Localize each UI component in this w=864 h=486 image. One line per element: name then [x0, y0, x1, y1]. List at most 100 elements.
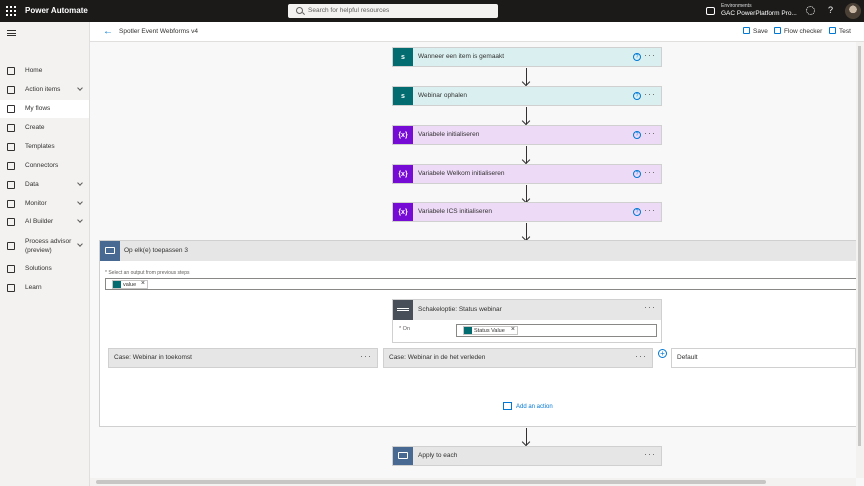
more-options-icon[interactable]: ···	[644, 449, 656, 459]
case-webinar-past[interactable]: Case: Webinar in de het verleden ···	[383, 348, 653, 368]
database-icon	[7, 181, 15, 189]
help-icon[interactable]: ?	[828, 5, 833, 15]
environment-label[interactable]: Environments	[721, 3, 752, 9]
more-options-icon[interactable]: ···	[644, 302, 656, 312]
more-options-icon[interactable]: ···	[644, 128, 656, 138]
more-options-icon[interactable]: ···	[635, 351, 647, 361]
add-case-button[interactable]: +	[658, 349, 667, 358]
flow-step-init-variable[interactable]: {x} Variabele initialiseren ? ···	[392, 125, 662, 145]
scope-header[interactable]: Op elk(e) toepassen 3	[100, 241, 857, 261]
flask-icon	[829, 27, 836, 34]
sidebar-item-label: Data	[25, 181, 39, 188]
chevron-down-icon[interactable]	[77, 199, 83, 205]
chevron-down-icon[interactable]	[77, 85, 83, 91]
search-placeholder: Search for helpful resources	[308, 7, 390, 14]
flow-step-init-welcome[interactable]: {x} Variabele Welkom initialiseren ? ···	[392, 164, 662, 184]
dynamic-content-token[interactable]: value ×	[112, 280, 148, 289]
flow-icon	[7, 105, 15, 113]
environment-name[interactable]: GAC PowerPlatform Pro...	[721, 10, 797, 17]
sidebar-item-connectors[interactable]: Connectors	[0, 157, 89, 175]
environment-icon[interactable]	[706, 7, 715, 15]
sidebar-item-monitor[interactable]: Monitor	[0, 195, 89, 213]
test-button[interactable]: Test	[829, 27, 851, 35]
add-action-button[interactable]: Add an action	[503, 402, 553, 410]
sidebar-item-home[interactable]: Home	[0, 62, 89, 80]
sidebar-item-label: Monitor	[25, 200, 47, 207]
variable-icon: {x}	[393, 126, 413, 144]
flow-step-apply-to-each[interactable]: Apply to each ···	[392, 446, 662, 466]
more-options-icon[interactable]: ···	[644, 205, 656, 215]
case-webinar-future[interactable]: Case: Webinar in toekomst ···	[108, 348, 378, 368]
home-icon	[7, 67, 15, 75]
solutions-icon	[7, 265, 15, 273]
flow-step-trigger[interactable]: s Wanneer een item is gemaakt ? ···	[392, 47, 662, 67]
step-title: Webinar ophalen	[418, 92, 468, 99]
remove-token-icon[interactable]: ×	[511, 326, 515, 333]
connector-arrow	[526, 107, 527, 124]
step-title: Wanneer een item is gemaakt	[418, 53, 505, 60]
help-icon[interactable]: ?	[633, 208, 641, 216]
flow-checker-button[interactable]: Flow checker	[774, 27, 822, 35]
switch-action[interactable]: Schakeloptie: Status webinar ··· * On St…	[392, 299, 662, 343]
add-action-icon	[503, 402, 512, 410]
app-title[interactable]: Power Automate	[25, 6, 88, 15]
sidebar-item-action-items[interactable]: Action items	[0, 81, 89, 99]
help-icon[interactable]: ?	[633, 92, 641, 100]
more-options-icon[interactable]: ···	[644, 50, 656, 60]
ai-builder-icon	[7, 218, 15, 226]
sidebar-item-data[interactable]: Data	[0, 176, 89, 194]
command-bar: ← Spotler Event Webforms v4 Save Flow ch…	[90, 22, 864, 42]
sidebar-item-label: My flows	[25, 105, 51, 112]
switch-title: Schakeloptie: Status webinar	[418, 306, 502, 313]
sidebar-item-label: Create	[25, 124, 45, 131]
chevron-down-icon[interactable]	[77, 241, 83, 247]
more-options-icon[interactable]: ···	[360, 351, 372, 361]
scope-title: Op elk(e) toepassen 3	[124, 247, 188, 254]
back-arrow-icon[interactable]: ←	[103, 26, 113, 37]
help-icon[interactable]: ?	[633, 170, 641, 178]
process-advisor-icon	[7, 242, 15, 250]
switch-on-input[interactable]: Status Value ×	[456, 324, 657, 337]
flow-step-get-webinar[interactable]: s Webinar ophalen ? ···	[392, 86, 662, 106]
hamburger-menu-icon[interactable]	[7, 30, 16, 36]
dynamic-content-token[interactable]: Status Value ×	[463, 326, 518, 335]
settings-icon[interactable]	[806, 6, 815, 15]
connector-arrow	[526, 185, 527, 202]
chevron-down-icon[interactable]	[77, 217, 83, 223]
more-options-icon[interactable]: ···	[644, 89, 656, 99]
sidebar-item-ai-builder[interactable]: AI Builder	[0, 213, 89, 231]
sidebar-item-label-line2: (preview)	[25, 247, 52, 254]
connector-arrow	[526, 223, 527, 240]
sidebar-item-process-advisor[interactable]: Process advisor (preview)	[0, 235, 89, 254]
sidebar-item-my-flows[interactable]: My flows	[0, 100, 89, 118]
book-icon	[7, 284, 15, 292]
sidebar-item-solutions[interactable]: Solutions	[0, 260, 89, 278]
switch-header[interactable]: Schakeloptie: Status webinar ···	[393, 300, 661, 320]
sidebar-item-create[interactable]: Create	[0, 119, 89, 137]
sharepoint-icon: s	[393, 87, 413, 105]
sidebar-item-learn[interactable]: Learn	[0, 279, 89, 297]
flow-title: Spotler Event Webforms v4	[119, 28, 198, 35]
stethoscope-icon	[774, 27, 781, 34]
more-options-icon[interactable]: ···	[644, 167, 656, 177]
horizontal-scrollbar[interactable]	[90, 478, 856, 486]
flow-step-init-ics[interactable]: {x} Variabele ICS initialiseren ? ···	[392, 202, 662, 222]
sharepoint-icon: s	[393, 48, 413, 66]
sidebar-item-label: Templates	[25, 143, 55, 150]
avatar[interactable]	[845, 3, 861, 19]
app-launcher-icon[interactable]	[6, 6, 16, 16]
switch-on-label: * On	[399, 326, 411, 332]
help-icon[interactable]: ?	[633, 53, 641, 61]
select-output-input[interactable]: value ×	[105, 278, 857, 290]
search-box[interactable]: Search for helpful resources	[288, 4, 498, 18]
sidebar-item-templates[interactable]: Templates	[0, 138, 89, 156]
vertical-scrollbar[interactable]	[856, 42, 864, 478]
save-button[interactable]: Save	[743, 27, 768, 35]
remove-token-icon[interactable]: ×	[141, 280, 145, 287]
chevron-down-icon[interactable]	[77, 180, 83, 186]
step-title: Variabele Welkom initialiseren	[418, 170, 505, 177]
help-icon[interactable]: ?	[633, 131, 641, 139]
plus-icon	[7, 124, 15, 132]
case-default[interactable]: Default	[671, 348, 856, 368]
sidebar-item-label: Connectors	[25, 162, 59, 169]
